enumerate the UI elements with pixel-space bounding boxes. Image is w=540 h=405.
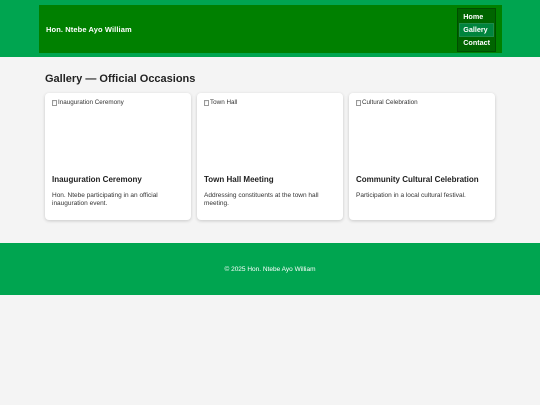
card-image: Inauguration Ceremony <box>52 99 184 172</box>
card-image-alt: Cultural Celebration <box>362 99 418 106</box>
card-title: Town Hall Meeting <box>204 175 274 184</box>
page-title: Gallery — Official Occasions <box>45 73 196 85</box>
card-description: Addressing constituents at the town hall… <box>204 192 319 207</box>
card-image-alt: Inauguration Ceremony <box>58 99 124 106</box>
card-image: Town Hall <box>204 99 336 172</box>
broken-image-icon <box>204 99 209 106</box>
card-description: Participation in a local cultural festiv… <box>356 192 466 199</box>
card-title: Inauguration Ceremony <box>52 175 142 184</box>
card-title: Community Cultural Celebration <box>356 175 479 184</box>
gallery-card: Inauguration Ceremony Inauguration Cerem… <box>45 93 191 220</box>
gallery-card: Town Hall Town Hall Meeting Addressing c… <box>197 93 343 220</box>
main-nav: Home Gallery Contact <box>457 8 496 52</box>
nav-contact-link[interactable]: Contact <box>460 37 493 49</box>
gallery-grid: Inauguration Ceremony Inauguration Cerem… <box>45 93 496 220</box>
gallery-card: Cultural Celebration Community Cultural … <box>349 93 495 220</box>
site-title: Hon. Ntebe Ayo William <box>46 24 132 34</box>
card-image: Cultural Celebration <box>356 99 488 172</box>
broken-image-icon <box>356 99 361 106</box>
broken-image-icon <box>52 99 57 106</box>
site-header: Hon. Ntebe Ayo William Home Gallery Cont… <box>39 5 502 53</box>
main-content: Gallery — Official Occasions Inauguratio… <box>45 70 496 220</box>
card-description: Hon. Ntebe participating in an official … <box>52 192 158 207</box>
nav-home-link[interactable]: Home <box>460 11 493 23</box>
card-image-alt: Town Hall <box>210 99 238 106</box>
nav-gallery-link[interactable]: Gallery <box>459 23 494 37</box>
site-footer: © 2025 Hon. Ntebe Ayo William <box>0 243 540 295</box>
copyright-text: © 2025 Hon. Ntebe Ayo William <box>224 265 316 273</box>
